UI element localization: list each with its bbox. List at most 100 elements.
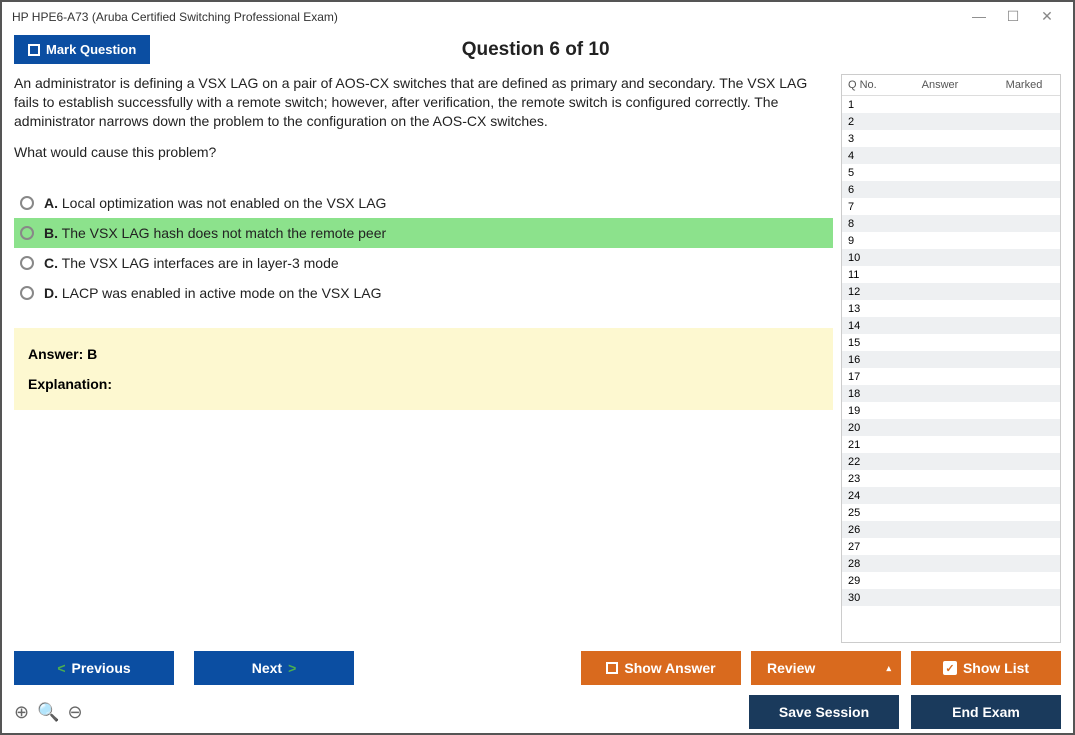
next-button[interactable]: Next >: [194, 651, 354, 685]
row-qno: 3: [848, 133, 886, 145]
list-row[interactable]: 1: [842, 96, 1060, 113]
row-qno: 29: [848, 575, 886, 587]
list-row[interactable]: 11: [842, 266, 1060, 283]
option-text: C. The VSX LAG interfaces are in layer-3…: [44, 255, 339, 271]
save-label: Save Session: [779, 704, 869, 720]
review-button[interactable]: Review ▴: [751, 651, 901, 685]
row-qno: 30: [848, 592, 886, 604]
answer-label: Answer: B: [28, 346, 819, 362]
window-title: HP HPE6-A73 (Aruba Certified Switching P…: [12, 10, 971, 24]
option-A[interactable]: A. Local optimization was not enabled on…: [14, 188, 833, 218]
row-qno: 26: [848, 524, 886, 536]
maximize-icon[interactable]: ☐: [1005, 8, 1021, 25]
list-row[interactable]: 29: [842, 572, 1060, 589]
save-session-button[interactable]: Save Session: [749, 695, 899, 729]
zoom-controls: ⊕ 🔍 ⊖: [14, 702, 83, 723]
show-answer-label: Show Answer: [624, 660, 715, 676]
row-qno: 7: [848, 201, 886, 213]
question-counter: Question 6 of 10: [10, 39, 1061, 61]
row-qno: 1: [848, 99, 886, 111]
row-qno: 16: [848, 354, 886, 366]
list-row[interactable]: 17: [842, 368, 1060, 385]
list-row[interactable]: 10: [842, 249, 1060, 266]
list-row[interactable]: 20: [842, 419, 1060, 436]
list-row[interactable]: 13: [842, 300, 1060, 317]
dropdown-icon: ▴: [886, 663, 891, 674]
list-row[interactable]: 7: [842, 198, 1060, 215]
list-row[interactable]: 23: [842, 470, 1060, 487]
list-row[interactable]: 26: [842, 521, 1060, 538]
zoom-reset-icon[interactable]: ⊕: [14, 702, 29, 723]
list-row[interactable]: 2: [842, 113, 1060, 130]
footer: < Previous Next > Show Answer Review ▴ ✓…: [2, 643, 1073, 733]
footer-row-1: < Previous Next > Show Answer Review ▴ ✓…: [14, 651, 1061, 685]
list-row[interactable]: 12: [842, 283, 1060, 300]
option-D[interactable]: D. LACP was enabled in active mode on th…: [14, 278, 833, 308]
check-icon: ✓: [943, 661, 957, 675]
list-row[interactable]: 18: [842, 385, 1060, 402]
list-row[interactable]: 28: [842, 555, 1060, 572]
show-answer-button[interactable]: Show Answer: [581, 651, 741, 685]
row-qno: 27: [848, 541, 886, 553]
review-label: Review: [767, 660, 815, 676]
content-pane: An administrator is defining a VSX LAG o…: [14, 74, 833, 643]
footer-row-2: ⊕ 🔍 ⊖ Save Session End Exam: [14, 695, 1061, 729]
row-qno: 23: [848, 473, 886, 485]
row-qno: 19: [848, 405, 886, 417]
list-row[interactable]: 8: [842, 215, 1060, 232]
list-row[interactable]: 15: [842, 334, 1060, 351]
question-para-2: What would cause this problem?: [14, 143, 833, 162]
list-row[interactable]: 22: [842, 453, 1060, 470]
list-row[interactable]: 5: [842, 164, 1060, 181]
show-list-button[interactable]: ✓ Show List: [911, 651, 1061, 685]
list-row[interactable]: 14: [842, 317, 1060, 334]
row-qno: 2: [848, 116, 886, 128]
previous-button[interactable]: < Previous: [14, 651, 174, 685]
row-qno: 17: [848, 371, 886, 383]
option-B[interactable]: B. The VSX LAG hash does not match the r…: [14, 218, 833, 248]
list-row[interactable]: 30: [842, 589, 1060, 606]
radio-icon: [20, 256, 34, 270]
row-qno: 13: [848, 303, 886, 315]
answer-box: Answer: B Explanation:: [14, 328, 833, 410]
option-C[interactable]: C. The VSX LAG interfaces are in layer-3…: [14, 248, 833, 278]
row-qno: 12: [848, 286, 886, 298]
previous-label: Previous: [72, 660, 131, 676]
app-window: HP HPE6-A73 (Aruba Certified Switching P…: [0, 0, 1075, 735]
end-exam-button[interactable]: End Exam: [911, 695, 1061, 729]
row-qno: 14: [848, 320, 886, 332]
explanation-label: Explanation:: [28, 376, 819, 392]
list-header: Q No. Answer Marked: [842, 75, 1060, 96]
question-list-panel: Q No. Answer Marked 12345678910111213141…: [841, 74, 1061, 643]
row-qno: 25: [848, 507, 886, 519]
show-list-label: Show List: [963, 660, 1029, 676]
list-row[interactable]: 25: [842, 504, 1060, 521]
list-row[interactable]: 3: [842, 130, 1060, 147]
row-qno: 8: [848, 218, 886, 230]
chevron-left-icon: <: [57, 660, 65, 676]
list-row[interactable]: 27: [842, 538, 1060, 555]
close-icon[interactable]: ✕: [1039, 8, 1055, 25]
row-qno: 15: [848, 337, 886, 349]
zoom-in-icon[interactable]: 🔍: [37, 702, 59, 723]
col-qno: Q No.: [848, 79, 886, 91]
list-row[interactable]: 16: [842, 351, 1060, 368]
radio-icon: [20, 196, 34, 210]
header-row: Mark Question Question 6 of 10: [2, 31, 1073, 74]
list-row[interactable]: 6: [842, 181, 1060, 198]
option-text: D. LACP was enabled in active mode on th…: [44, 285, 382, 301]
list-rows[interactable]: 1234567891011121314151617181920212223242…: [842, 96, 1060, 642]
list-row[interactable]: 19: [842, 402, 1060, 419]
list-row[interactable]: 24: [842, 487, 1060, 504]
row-qno: 28: [848, 558, 886, 570]
zoom-out-icon[interactable]: ⊖: [68, 702, 83, 723]
list-row[interactable]: 21: [842, 436, 1060, 453]
row-qno: 21: [848, 439, 886, 451]
end-label: End Exam: [952, 704, 1020, 720]
chevron-right-icon: >: [288, 660, 296, 676]
list-row[interactable]: 4: [842, 147, 1060, 164]
row-qno: 6: [848, 184, 886, 196]
options-list: A. Local optimization was not enabled on…: [14, 188, 833, 308]
list-row[interactable]: 9: [842, 232, 1060, 249]
minimize-icon[interactable]: —: [971, 8, 987, 25]
